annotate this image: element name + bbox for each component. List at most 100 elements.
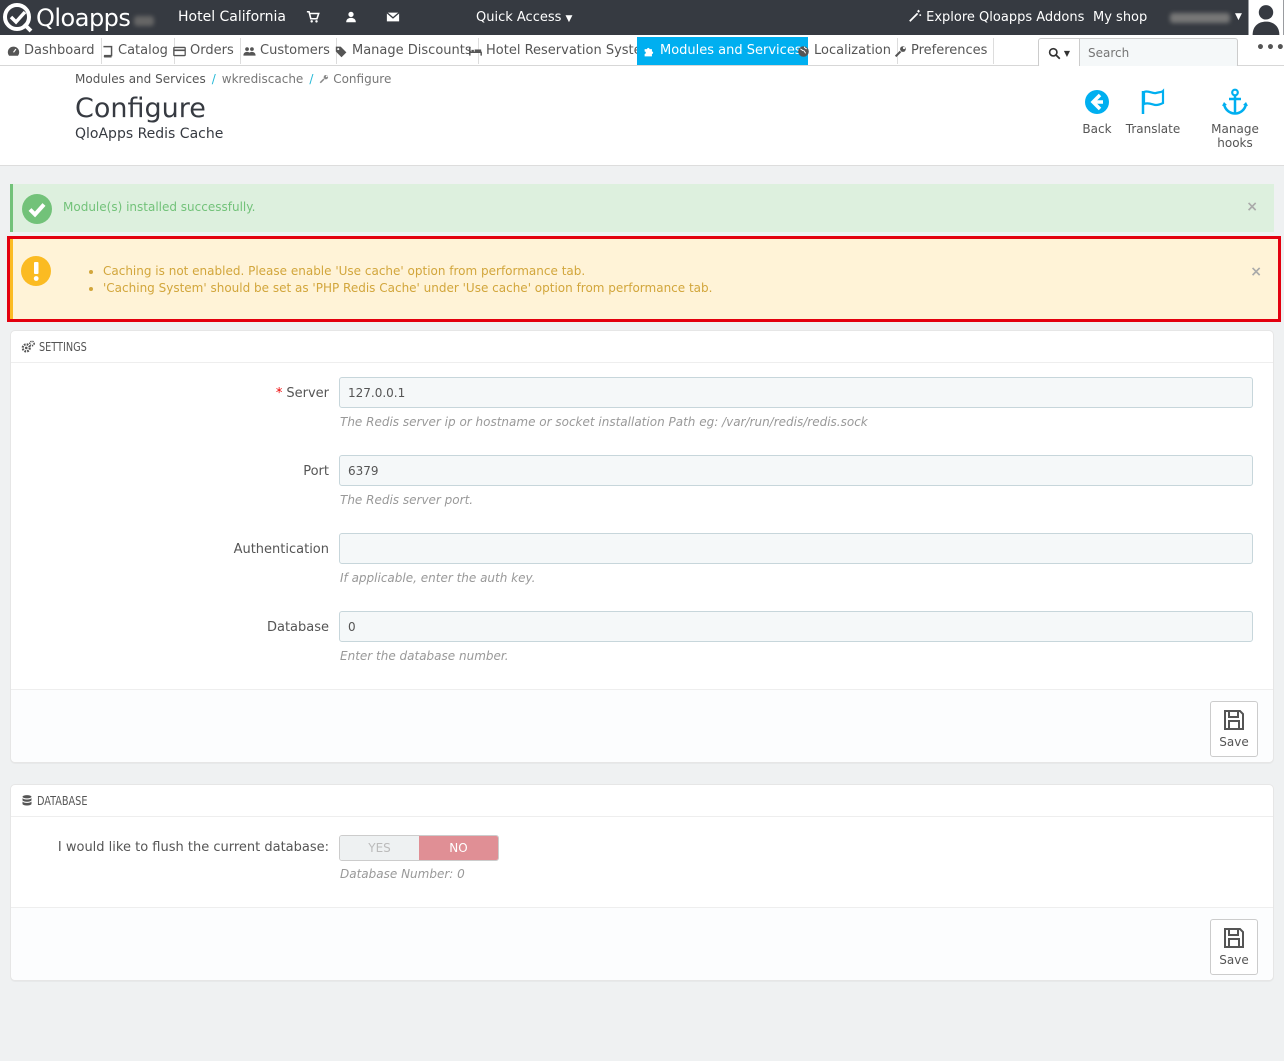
breadcrumb-configure-label: Configure (333, 72, 392, 86)
database-icon (22, 795, 32, 806)
wrench-icon (894, 45, 906, 57)
nav-dashboard[interactable]: Dashboard (1, 38, 102, 64)
authentication-input[interactable] (339, 533, 1253, 564)
success-message: Module(s) installed successfully. (63, 200, 256, 214)
shop-name[interactable]: Hotel California (178, 0, 286, 35)
authentication-label: Authentication (233, 542, 329, 557)
server-help: The Redis server ip or hostname or socke… (340, 415, 868, 429)
dashboard-icon (7, 46, 20, 56)
nav-customers[interactable]: Customers (237, 38, 337, 64)
flush-help: Database Number: 0 (340, 867, 465, 881)
breadcrumb-modules[interactable]: Modules and Services (75, 72, 206, 86)
nav-orders[interactable]: Orders (167, 38, 241, 64)
switch-no-option[interactable]: NO (419, 836, 498, 860)
nav-manage-discounts[interactable]: Manage Discounts (329, 38, 479, 64)
server-label: * Server (276, 386, 329, 401)
page-title: Configure (75, 93, 206, 124)
database-input[interactable] (339, 611, 1253, 642)
globe-icon (798, 45, 809, 57)
back-button[interactable]: Back (1078, 88, 1116, 136)
database-panel: DATABASE I would like to flush the curre… (10, 784, 1274, 981)
top-bar: Qloapps Hotel California Quick Access ▼ … (0, 0, 1284, 35)
logo-text: Qloapps (36, 3, 131, 32)
puzzle-icon (644, 47, 654, 56)
back-arrow-icon (1085, 90, 1109, 114)
save-database-button[interactable]: Save (1210, 919, 1258, 975)
settings-panel-footer: Save (11, 689, 1273, 762)
user-icon[interactable] (344, 10, 358, 24)
authentication-help: If applicable, enter the auth key. (340, 571, 536, 585)
cart-icon[interactable] (306, 10, 320, 24)
close-alert-button[interactable]: × (1250, 264, 1262, 280)
search-input[interactable] (1080, 38, 1238, 68)
breadcrumb-separator: / (211, 72, 216, 86)
more-menu-button[interactable]: ••• (1256, 40, 1284, 56)
envelope-icon[interactable] (386, 10, 400, 24)
translate-button[interactable]: Translate (1124, 88, 1182, 136)
anchor-icon (1222, 88, 1248, 115)
employee-email[interactable] (1170, 13, 1230, 23)
save-label: Save (1219, 735, 1249, 749)
warning-item: Caching is not enabled. Please enable 'U… (103, 264, 712, 278)
nav-preferences[interactable]: Preferences (888, 38, 995, 64)
nav-label: Manage Discounts (352, 43, 472, 58)
database-label: Database (266, 620, 329, 635)
nav-label: Preferences (911, 43, 988, 58)
caret-down-icon: ▼ (1063, 48, 1071, 58)
wrench-icon (320, 74, 329, 84)
quick-access-dropdown[interactable]: Quick Access ▼ (476, 0, 572, 35)
flush-database-switch[interactable]: YES NO (339, 835, 499, 861)
exclamation-circle-icon (21, 256, 51, 286)
server-label-text: Server (286, 386, 329, 401)
nav-label: Dashboard (24, 43, 95, 58)
page-subtitle: QloApps Redis Cache (75, 126, 224, 142)
breadcrumb-module[interactable]: wkrediscache (222, 72, 304, 86)
nav-label: Modules and Services (660, 43, 802, 58)
close-alert-button[interactable]: × (1246, 199, 1258, 215)
explore-addons-link[interactable]: Explore Qloapps Addons (908, 0, 1084, 35)
settings-panel-heading: SETTINGS (11, 331, 1273, 363)
manage-hooks-button[interactable]: Manage hooks (1192, 88, 1278, 150)
nav-modules-and-services[interactable]: Modules and Services (637, 37, 808, 65)
magic-wand-icon (909, 9, 922, 22)
switch-yes-option[interactable]: YES (340, 836, 419, 860)
page-header: Modules and Services / wkrediscache / Co… (0, 66, 1284, 166)
translate-label: Translate (1125, 122, 1181, 136)
nav-label: Hotel Reservation System (486, 43, 655, 58)
database-panel-footer: Save (11, 907, 1273, 980)
required-marker: * (275, 386, 283, 401)
caret-down-icon[interactable]: ▼ (1235, 12, 1242, 22)
qloapps-logo-icon (3, 2, 33, 32)
save-settings-button[interactable]: Save (1210, 701, 1258, 757)
port-label: Port (303, 464, 329, 479)
database-panel-heading: DATABASE (11, 785, 1273, 817)
avatar[interactable] (1248, 0, 1284, 35)
search-type-dropdown[interactable]: ▼ (1038, 38, 1080, 68)
nav-label: Customers (260, 43, 330, 58)
warning-list: Caching is not enabled. Please enable 'U… (103, 264, 712, 298)
caret-down-icon: ▼ (565, 14, 573, 24)
users-icon (243, 46, 256, 56)
nav-catalog[interactable]: Catalog (95, 38, 175, 64)
qloapps-logo[interactable]: Qloapps (2, 2, 155, 33)
server-input[interactable] (339, 377, 1253, 408)
breadcrumb-configure: Configure (319, 72, 391, 86)
warning-item: 'Caching System' should be set as 'PHP R… (103, 281, 712, 295)
port-help: The Redis server port. (340, 493, 474, 507)
bed-icon (469, 46, 482, 56)
flag-icon (1141, 88, 1165, 114)
version-badge (134, 15, 155, 26)
success-alert: Module(s) installed successfully. × (10, 184, 1274, 232)
settings-heading-label: SETTINGS (39, 339, 87, 354)
nav-hotel-reservation[interactable]: Hotel Reservation System (463, 38, 662, 64)
manage-hooks-label: Manage hooks (1211, 122, 1259, 150)
port-input[interactable] (339, 455, 1253, 486)
database-help: Enter the database number. (340, 649, 509, 663)
tag-icon (335, 46, 347, 57)
breadcrumb-separator: / (309, 72, 314, 86)
my-shop-link[interactable]: My shop (1093, 0, 1147, 35)
book-icon (103, 45, 113, 58)
nav-localization[interactable]: Localization (791, 38, 898, 64)
nav-label: Orders (190, 43, 234, 58)
warning-alert: Caching is not enabled. Please enable 'U… (10, 239, 1278, 319)
